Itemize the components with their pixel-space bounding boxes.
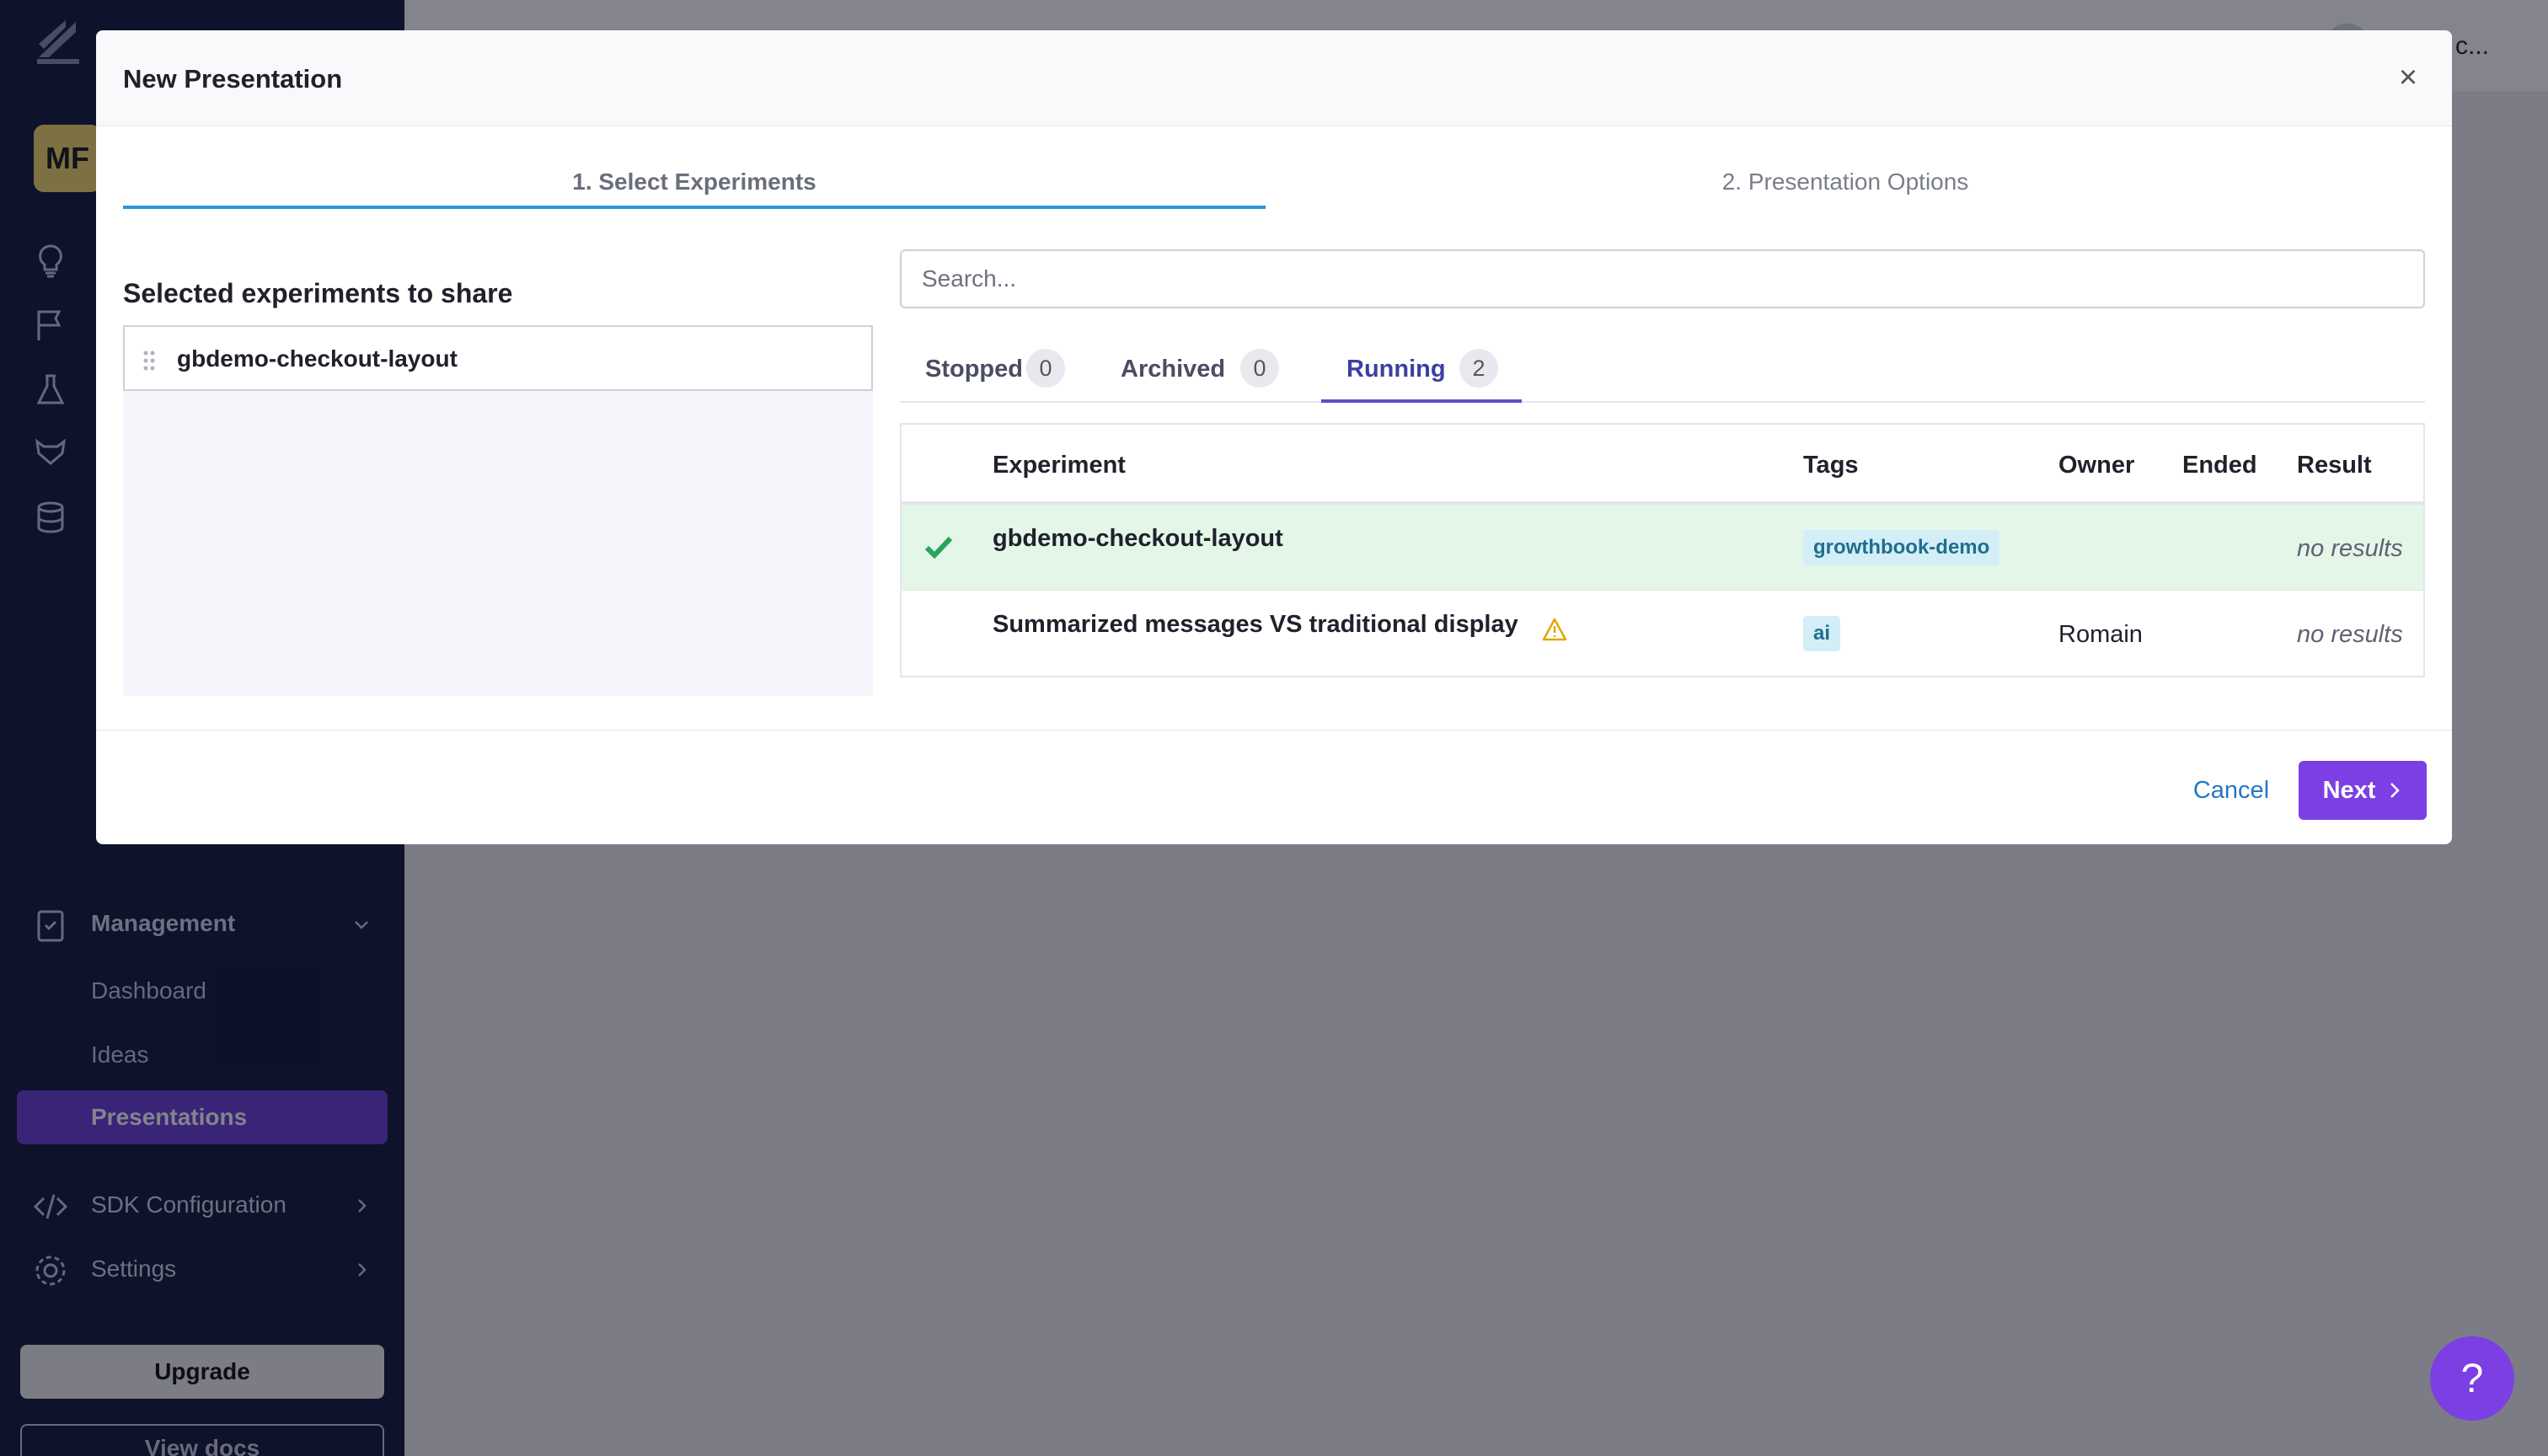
close-icon[interactable]: × [2391,60,2425,95]
step-indicator: 1. Select Experiments 2. Presentation Op… [123,157,2425,209]
experiment-tag: ai [1803,616,1841,651]
tab-stopped-label: Stopped [925,356,1023,383]
column-header-ended[interactable]: Ended [2182,452,2257,479]
tab-stopped[interactable]: Stopped 0 [900,337,1094,403]
column-header-result[interactable]: Result [2297,452,2372,479]
selected-experiments-list: gbdemo-checkout-layout [123,325,873,696]
column-header-tags[interactable]: Tags [1803,452,1859,479]
next-button[interactable]: Next [2299,761,2427,820]
drag-handle-icon[interactable] [142,349,157,372]
modal-title: New Presentation [123,64,343,94]
experiment-owner: Romain [2058,621,2143,648]
experiment-result: no results [2297,621,2403,648]
new-presentation-modal: New Presentation × 1. Select Experiments… [96,30,2452,844]
tab-stopped-count: 0 [1026,349,1065,388]
selected-experiment-label: gbdemo-checkout-layout [177,345,458,372]
cancel-button[interactable]: Cancel [2181,761,2282,820]
table-row[interactable]: gbdemo-checkout-layout growthbook-demo n… [902,504,2423,590]
column-header-owner[interactable]: Owner [2058,452,2134,479]
experiment-tag: growthbook-demo [1803,530,2000,565]
tab-running[interactable]: Running 2 [1321,337,1522,403]
tab-archived-label: Archived [1121,356,1226,383]
modal-footer: Cancel Next [96,730,2452,844]
step-select-experiments[interactable]: 1. Select Experiments [123,157,1266,209]
help-button[interactable]: ? [2430,1336,2514,1421]
warning-icon [1542,618,1567,641]
checkmark-icon [924,536,953,559]
experiment-result: no results [2297,535,2403,562]
table-row[interactable]: Summarized messages VS traditional displ… [902,590,2423,676]
tab-running-count: 2 [1459,349,1498,388]
table-header: Experiment Tags Owner Ended Result [902,425,2423,504]
step-2-label: 2. Presentation Options [1721,169,1969,195]
step-1-label: 1. Select Experiments [572,169,816,195]
column-header-experiment[interactable]: Experiment [993,452,1126,479]
step-presentation-options[interactable]: 2. Presentation Options [1266,157,2425,209]
status-tabs: Stopped 0 Archived 0 Running 2 [900,337,2425,403]
tab-archived[interactable]: Archived 0 [1095,337,1289,403]
selected-experiments-panel: Selected experiments to share gbdemo-che… [123,278,873,696]
search-input[interactable] [900,249,2425,308]
selected-experiment-item[interactable]: gbdemo-checkout-layout [123,325,873,391]
chevron-right-icon [2390,783,2401,798]
tab-running-label: Running [1346,356,1446,383]
tab-archived-count: 0 [1240,349,1279,388]
experiment-name: Summarized messages VS traditional displ… [993,611,1518,638]
experiments-table: Experiment Tags Owner Ended Result gbdem… [900,423,2425,677]
experiment-name: gbdemo-checkout-layout [993,525,1283,552]
next-button-label: Next [2322,776,2376,804]
selected-experiments-title: Selected experiments to share [123,278,513,308]
modal-header: New Presentation × [96,30,2452,126]
